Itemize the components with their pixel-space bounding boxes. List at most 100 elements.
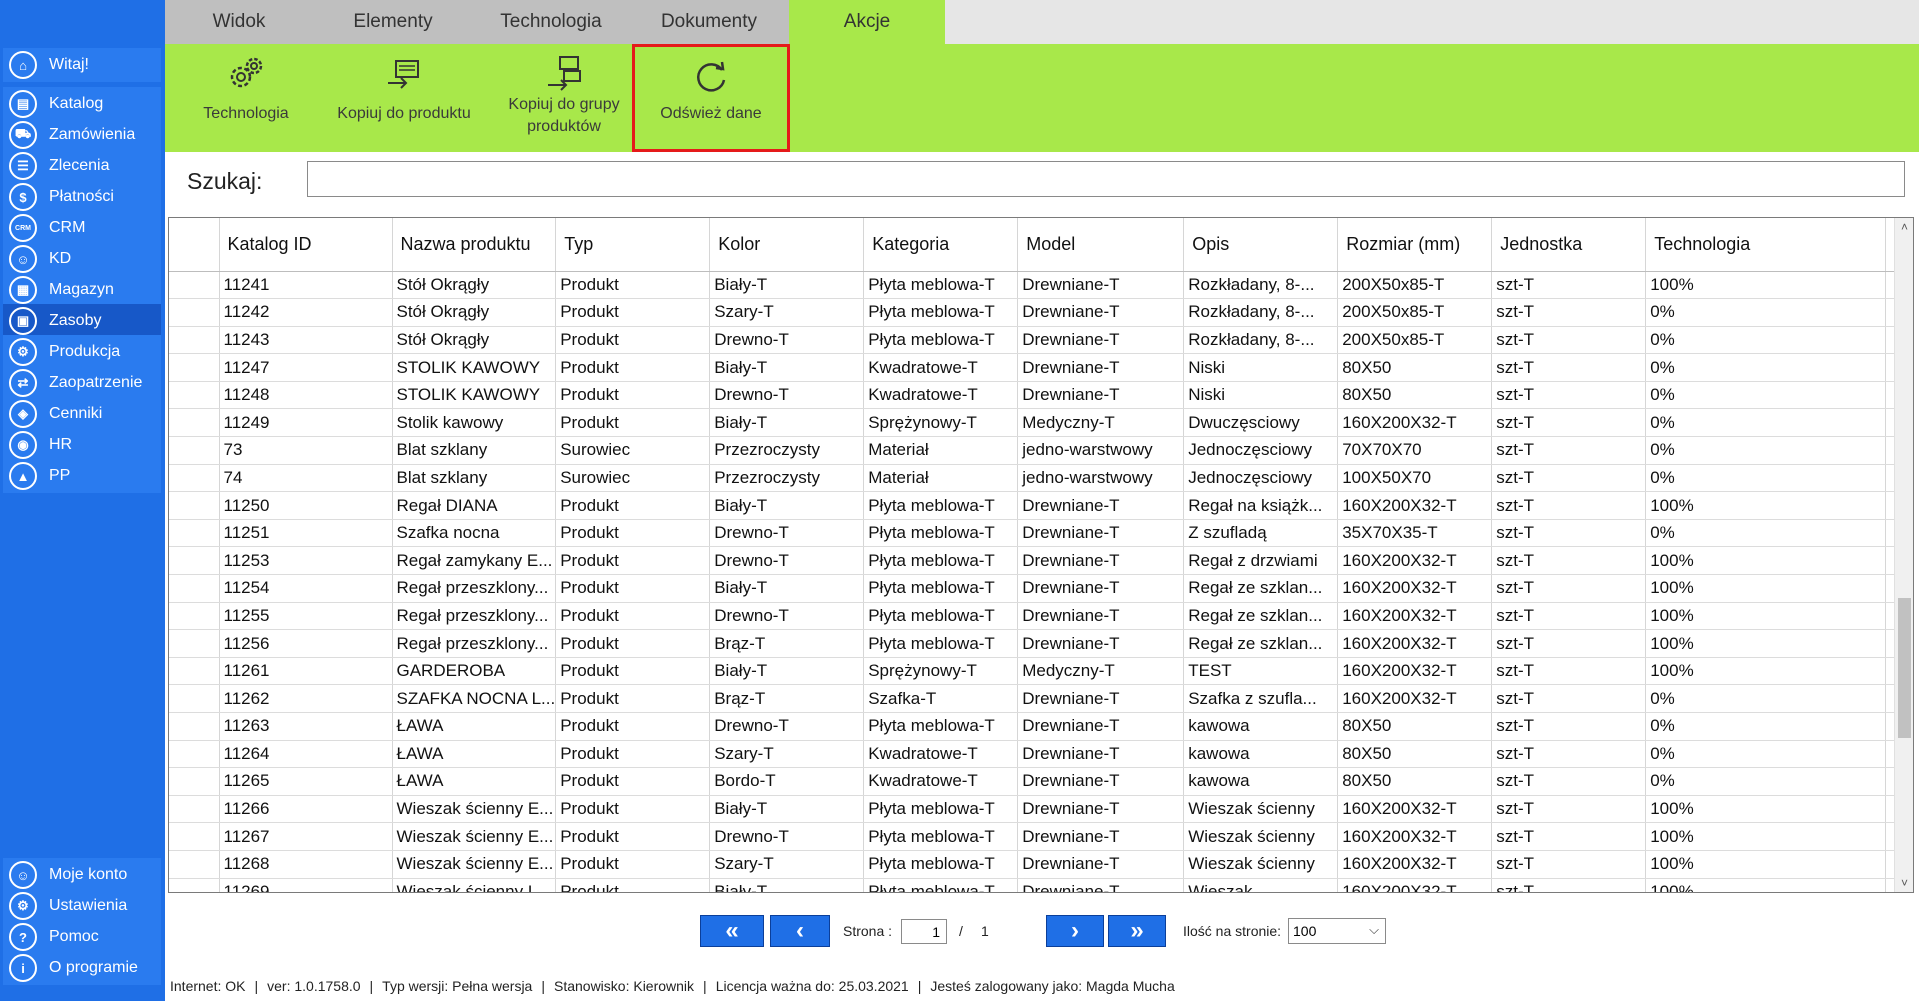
table-cell[interactable]: Produkt [555, 767, 711, 796]
table-cell[interactable]: Produkt [555, 795, 711, 824]
table-cell[interactable]: 0% [1645, 767, 1887, 796]
column-header[interactable]: Jednostka [1491, 218, 1647, 272]
table-cell[interactable]: szt-T [1491, 298, 1647, 327]
table-cell[interactable]: Produkt [555, 271, 711, 300]
table-cell[interactable]: szt-T [1491, 271, 1647, 300]
copy-to-group-button[interactable]: Kopiuj do grupy produktów [489, 44, 639, 152]
table-cell[interactable]: 160X200X32-T [1337, 491, 1493, 520]
table-cell[interactable]: 11267 [219, 822, 393, 851]
sidebar-item-moje-konto[interactable]: ☺ Moje konto [3, 858, 161, 892]
table-cell[interactable]: Drewniane-T [1017, 546, 1185, 576]
sidebar-item-zaopatrzenie[interactable]: ⇄ Zaopatrzenie [3, 366, 161, 400]
table-cell[interactable]: szt-T [1491, 574, 1647, 603]
table-cell[interactable]: Biały-T [709, 353, 865, 382]
tab-widok[interactable]: Widok [165, 0, 313, 44]
prev-page-button[interactable]: ‹ [770, 915, 830, 947]
sidebar-item-produkcja[interactable]: ⚙ Produkcja [3, 335, 161, 369]
table-cell[interactable]: szt-T [1491, 795, 1647, 824]
table-cell[interactable]: 80X50 [1337, 740, 1493, 769]
row-header[interactable] [169, 878, 220, 892]
row-header[interactable] [169, 408, 220, 438]
table-cell[interactable]: 100% [1645, 629, 1887, 658]
table-cell[interactable]: Surowiec [555, 436, 711, 465]
table-row[interactable]: 11251 Szafka nocna Produkt Drewno-T Płyta me… [169, 519, 1896, 548]
tab-dokumenty[interactable]: Dokumenty [629, 0, 789, 44]
table-cell[interactable]: Produkt [555, 684, 711, 713]
sidebar-item-pp[interactable]: ▲ PP [3, 459, 161, 493]
column-header[interactable]: Kolor [709, 218, 865, 272]
table-cell[interactable]: Materiał [863, 464, 1019, 493]
table-cell[interactable]: Surowiec [555, 464, 711, 493]
table-cell[interactable]: Drewniane-T [1017, 491, 1185, 520]
sidebar-item-płatności[interactable]: $ Płatności [3, 180, 161, 214]
table-cell[interactable]: Płyta meblowa-T [863, 602, 1019, 631]
table-cell[interactable]: 100% [1645, 878, 1887, 892]
table-cell[interactable]: Dwuczęsciowy [1183, 408, 1339, 438]
table-row[interactable]: 11255 Regał przeszklony... Produkt Drewno-T… [169, 602, 1896, 631]
table-cell[interactable]: Płyta meblowa-T [863, 491, 1019, 520]
table-row[interactable]: 11262 SZAFKA NOCNA L... Produkt Brąz-T Szafk… [169, 684, 1896, 713]
table-row[interactable]: 11261 GARDEROBA Produkt Biały-T Sprężynowy-T… [169, 657, 1896, 686]
row-header[interactable] [169, 436, 220, 465]
table-cell[interactable]: Stolik kawowy [392, 408, 557, 438]
table-cell[interactable]: Produkt [555, 822, 711, 851]
table-cell[interactable]: ŁAWA [392, 712, 557, 741]
table-cell[interactable]: Produkt [555, 740, 711, 769]
table-cell[interactable]: 160X200X32-T [1337, 574, 1493, 603]
table-row[interactable]: 74 Blat szklany Surowiec Przezroczysty Mater… [169, 464, 1896, 493]
table-cell[interactable]: Płyta meblowa-T [863, 850, 1019, 879]
table-cell[interactable]: Stół Okrągły [392, 271, 557, 300]
row-header[interactable] [169, 767, 220, 796]
table-cell[interactable]: 80X50 [1337, 712, 1493, 741]
table-cell[interactable]: 74 [219, 464, 393, 493]
table-cell[interactable]: STOLIK KAWOWY [392, 353, 557, 382]
row-header[interactable] [169, 850, 220, 879]
table-cell[interactable]: Biały-T [709, 795, 865, 824]
table-cell[interactable]: 0% [1645, 519, 1887, 548]
table-cell[interactable]: Płyta meblowa-T [863, 519, 1019, 548]
table-cell[interactable]: Drewniane-T [1017, 684, 1185, 713]
table-cell[interactable]: Drewniane-T [1017, 712, 1185, 741]
row-header[interactable] [169, 298, 220, 327]
table-cell[interactable]: Brąz-T [709, 629, 865, 658]
table-cell[interactable]: 11266 [219, 795, 393, 824]
table-cell[interactable]: Produkt [555, 657, 711, 686]
table-cell[interactable]: Brąz-T [709, 684, 865, 713]
table-cell[interactable]: Szafka z szufla... [1183, 684, 1339, 713]
table-cell[interactable]: Produkt [555, 326, 711, 355]
table-cell[interactable]: Płyta meblowa-T [863, 712, 1019, 741]
table-cell[interactable]: szt-T [1491, 767, 1647, 796]
row-header[interactable] [169, 629, 220, 658]
row-header[interactable] [169, 602, 220, 631]
row-header[interactable] [169, 574, 220, 603]
table-cell[interactable]: 160X200X32-T [1337, 408, 1493, 438]
table-cell[interactable]: Rozkładany, 8-... [1183, 326, 1339, 355]
column-header[interactable]: Model [1017, 218, 1185, 272]
table-cell[interactable]: Blat szklany [392, 436, 557, 465]
table-cell[interactable]: Szafka-T [863, 684, 1019, 713]
table-cell[interactable]: Regał ze szklan... [1183, 602, 1339, 631]
table-cell[interactable]: 160X200X32-T [1337, 850, 1493, 879]
table-cell[interactable]: szt-T [1491, 408, 1647, 438]
table-cell[interactable]: Płyta meblowa-T [863, 326, 1019, 355]
table-cell[interactable]: szt-T [1491, 464, 1647, 493]
table-cell[interactable]: Przezroczysty [709, 436, 865, 465]
row-header[interactable] [169, 271, 220, 300]
table-row[interactable]: 11268 Wieszak ścienny E... Produkt Szary-T P… [169, 850, 1896, 879]
row-header[interactable] [169, 491, 220, 520]
table-cell[interactable]: Płyta meblowa-T [863, 629, 1019, 658]
table-cell[interactable]: Produkt [555, 602, 711, 631]
table-cell[interactable]: Produkt [555, 546, 711, 576]
table-cell[interactable]: Z szufladą [1183, 519, 1339, 548]
copy-to-product-button[interactable]: Kopiuj do produktu [323, 44, 485, 152]
table-cell[interactable]: Szary-T [709, 850, 865, 879]
table-cell[interactable]: Wieszak ścienny [1183, 822, 1339, 851]
table-cell[interactable]: Stół Okrągły [392, 326, 557, 355]
first-page-button[interactable]: « [700, 915, 764, 947]
table-cell[interactable]: Medyczny-T [1017, 408, 1185, 438]
table-cell[interactable]: Stół Okrągły [392, 298, 557, 327]
sidebar-item-ustawienia[interactable]: ⚙ Ustawienia [3, 889, 161, 923]
table-cell[interactable]: Drewniane-T [1017, 519, 1185, 548]
table-cell[interactable]: 11256 [219, 629, 393, 658]
table-cell[interactable]: Drewniane-T [1017, 381, 1185, 410]
